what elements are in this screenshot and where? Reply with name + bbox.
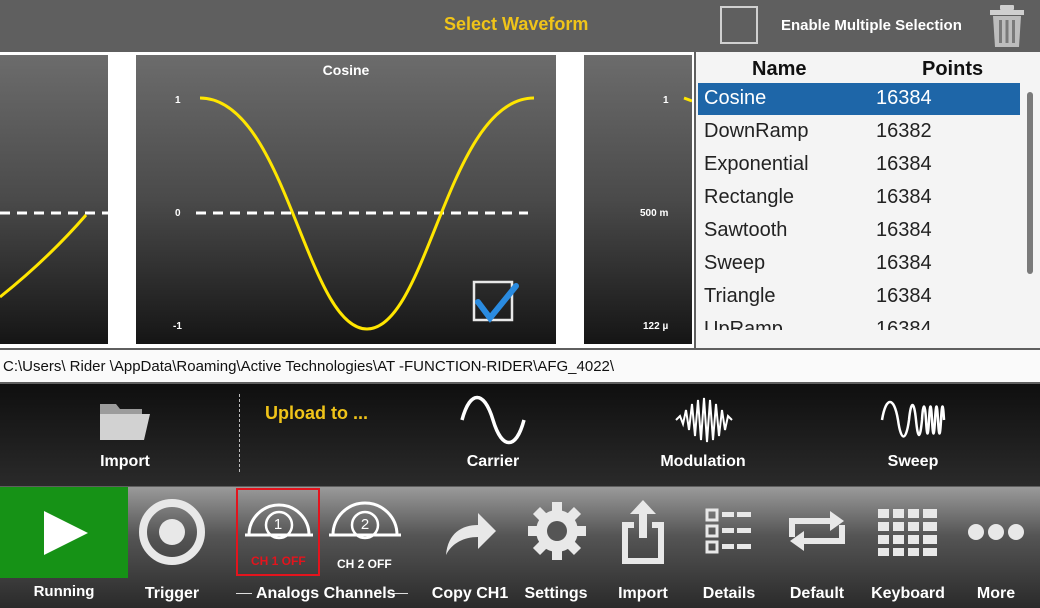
waveform-preview-next[interactable]: [584, 55, 692, 344]
more-dots-icon[interactable]: [966, 520, 1026, 544]
list-item[interactable]: Rectangle 16384: [698, 182, 1020, 214]
list-item[interactable]: Triangle 16384: [698, 281, 1020, 313]
sweep-button[interactable]: Sweep: [868, 453, 958, 471]
analog-channels-label: Analogs Channels: [256, 585, 396, 602]
toolbar-divider: [239, 394, 240, 472]
analog-channels-line-right: [392, 593, 408, 594]
next-y-axis-mid-label: 500 m: [640, 208, 669, 219]
list-item[interactable]: DownRamp 16382: [698, 116, 1020, 148]
folder-icon[interactable]: [98, 400, 152, 442]
file-path: C:\Users\ Rider \AppData\Roaming\Active …: [3, 358, 615, 375]
carrier-button[interactable]: Carrier: [448, 453, 538, 471]
keyboard-button[interactable]: Keyboard: [866, 585, 950, 603]
keyboard-icon[interactable]: [876, 507, 940, 557]
ch2-number: 2: [360, 516, 370, 533]
trigger-button[interactable]: Trigger: [132, 585, 212, 603]
list-item[interactable]: Sawtooth 16384: [698, 215, 1020, 247]
column-header-points[interactable]: Points: [922, 58, 983, 81]
details-list-icon[interactable]: [704, 507, 754, 555]
column-header-name[interactable]: Name: [752, 58, 806, 81]
analog-channels-line-left: [236, 593, 252, 594]
next-y-axis-bottom-label: 122 µ: [643, 321, 669, 332]
list-item[interactable]: Cosine 16384: [698, 83, 1020, 115]
more-button[interactable]: More: [960, 585, 1032, 603]
list-item[interactable]: Sweep 16384: [698, 248, 1020, 280]
list-scrollbar[interactable]: [1027, 92, 1033, 274]
upload-to-label: Upload to ...: [265, 403, 368, 423]
settings-button[interactable]: Settings: [516, 585, 596, 603]
share-arrow-icon[interactable]: [444, 511, 498, 557]
trash-icon[interactable]: [988, 4, 1026, 48]
upload-icon[interactable]: [618, 498, 668, 566]
list-item[interactable]: Exponential 16384: [698, 149, 1020, 181]
y-axis-bottom-label: -1: [173, 321, 182, 332]
repeat-icon[interactable]: [786, 507, 848, 555]
next-y-axis-top-label: 1: [663, 95, 669, 106]
ch1-number: 1: [273, 516, 283, 533]
gear-icon[interactable]: [526, 500, 588, 562]
waveform-preview-previous[interactable]: [0, 55, 108, 344]
import-button[interactable]: Import: [603, 585, 683, 603]
y-axis-top-label: 1: [175, 95, 181, 106]
waveform-preview-title: Cosine: [322, 62, 370, 78]
selected-check-icon[interactable]: [472, 280, 520, 326]
import-folder-button[interactable]: Import: [85, 453, 165, 471]
details-button[interactable]: Details: [689, 585, 769, 603]
ch1-status: CH 1 OFF: [251, 554, 306, 568]
trigger-icon[interactable]: [138, 498, 206, 566]
copy-ch1-button[interactable]: Copy CH1: [428, 585, 512, 603]
play-icon[interactable]: [38, 508, 92, 558]
modulation-wave-icon[interactable]: [674, 396, 734, 444]
sweep-wave-icon[interactable]: [880, 394, 948, 446]
multi-select-checkbox[interactable]: [720, 6, 758, 44]
running-label: Running: [33, 583, 95, 600]
multi-select-label: Enable Multiple Selection: [781, 17, 962, 34]
sine-wave-icon[interactable]: [460, 394, 526, 446]
list-item[interactable]: UpRamp 16384: [698, 314, 1020, 330]
default-button[interactable]: Default: [777, 585, 857, 603]
ch2-status[interactable]: CH 2 OFF: [337, 557, 392, 571]
modulation-button[interactable]: Modulation: [648, 453, 758, 471]
y-axis-mid-label: 0: [175, 208, 181, 219]
